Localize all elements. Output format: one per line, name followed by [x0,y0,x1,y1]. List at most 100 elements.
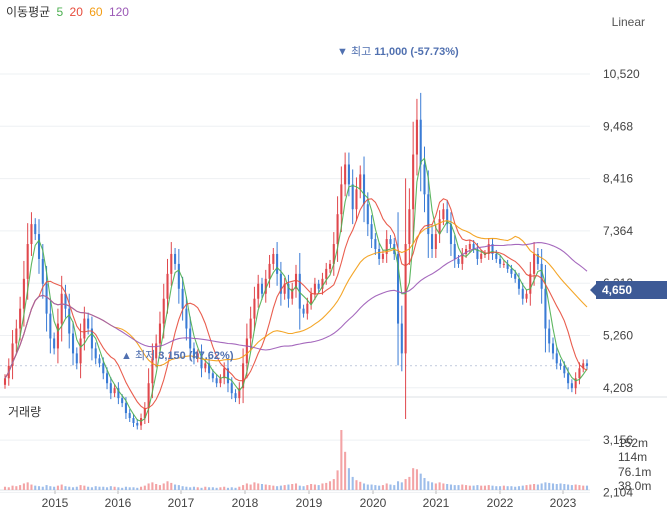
high-value: 11,000 (-57.73%) [374,46,459,58]
volume-bar [147,483,150,490]
candle-body [544,288,547,329]
volume-bar [105,487,109,490]
candle-body [453,244,456,259]
volume-bar [208,487,211,490]
volume-bar [378,485,381,490]
candle-body [378,248,381,259]
candle-body [181,288,184,309]
candle-body [533,253,536,274]
volume-bar [298,485,301,490]
candle-body [510,268,513,274]
volume-bar [294,483,298,490]
x-tick-label: 2016 [105,496,132,510]
volume-bar [226,487,230,490]
candle-body [113,388,116,394]
candle-body [328,263,332,269]
volume-bar [3,486,7,490]
volume-bar [506,486,509,490]
price-volume-chart[interactable]: 10,5209,4688,4167,3646,3125,2604,2083,15… [0,0,667,520]
volume-bar [223,486,226,490]
candle-body [517,278,521,289]
volume-bar [19,485,22,490]
volume-bar [279,485,282,490]
candle-body [41,258,44,284]
candle-body [83,318,86,339]
volume-bar [400,482,403,490]
candle-body [567,373,570,384]
volume-bar [272,485,275,490]
candle-body [94,348,97,359]
volume-bar [49,486,52,490]
volume-bar [158,485,161,490]
volume-bar [563,484,566,490]
volume-bar [230,487,233,490]
volume-panel-title: 거래량 [8,405,42,419]
volume-bar [113,486,116,490]
volume-bar [408,476,411,490]
x-tick-label: 2015 [42,496,69,510]
candle-body [215,378,218,384]
candle-body [336,214,339,245]
volume-bar [117,487,120,490]
volume-bar [536,484,539,490]
volume-bar [64,486,67,490]
volume-bar [521,485,524,490]
volume-bar [310,484,313,490]
candle-body [121,398,124,404]
candle-body [30,224,33,245]
volume-bar [136,487,139,490]
volume-bar [102,486,105,490]
candle-body [302,308,305,314]
x-tick-label: 2021 [423,496,450,510]
volume-bar [291,484,294,490]
candle-body [257,283,260,299]
candle-body [389,239,392,245]
candle-body [177,263,180,289]
volume-bar [551,483,555,490]
current-price-tag: 4,650 [590,281,667,299]
volume-bar [529,484,532,490]
volume-bar [37,486,41,490]
volume-bar [45,485,48,490]
candle-body [317,283,320,289]
volume-bar [11,485,14,490]
volume-bar [185,486,188,490]
volume-bar [359,481,362,490]
candle-body [230,383,233,394]
volume-bar [472,485,475,490]
volume-bar [196,487,199,490]
volume-bar [15,486,18,490]
volume-bar [83,485,86,490]
volume-bar [283,485,286,490]
candle-body [166,273,169,299]
candle-body [408,209,411,245]
price-tick-label: 5,260 [603,329,633,343]
x-tick-label: 2020 [360,496,387,510]
volume-bar [109,486,112,490]
volume-bar [124,486,127,490]
candle-body [495,253,498,259]
volume-bar [143,485,146,490]
candle-body [313,283,316,294]
candle-body [423,164,426,195]
volume-bar [483,485,487,490]
candle-body [185,308,188,329]
candle-body [234,393,237,399]
volume-bar [268,485,271,490]
candle-body [136,422,139,426]
x-tick-label: 2023 [550,496,577,510]
volume-bar [41,486,44,490]
price-tick-label: 4,208 [603,381,633,395]
volume-bar [155,484,158,490]
volume-bar [75,486,78,490]
candle-body [404,244,407,354]
volume-bar [574,484,577,490]
volume-bar [419,473,422,490]
candle-body [355,189,358,210]
volume-bar [344,451,347,490]
candle-body [347,164,350,185]
volume-bar [480,485,483,490]
volume-bar [517,486,521,490]
volume-bar [140,486,143,490]
candle-body [374,239,377,249]
